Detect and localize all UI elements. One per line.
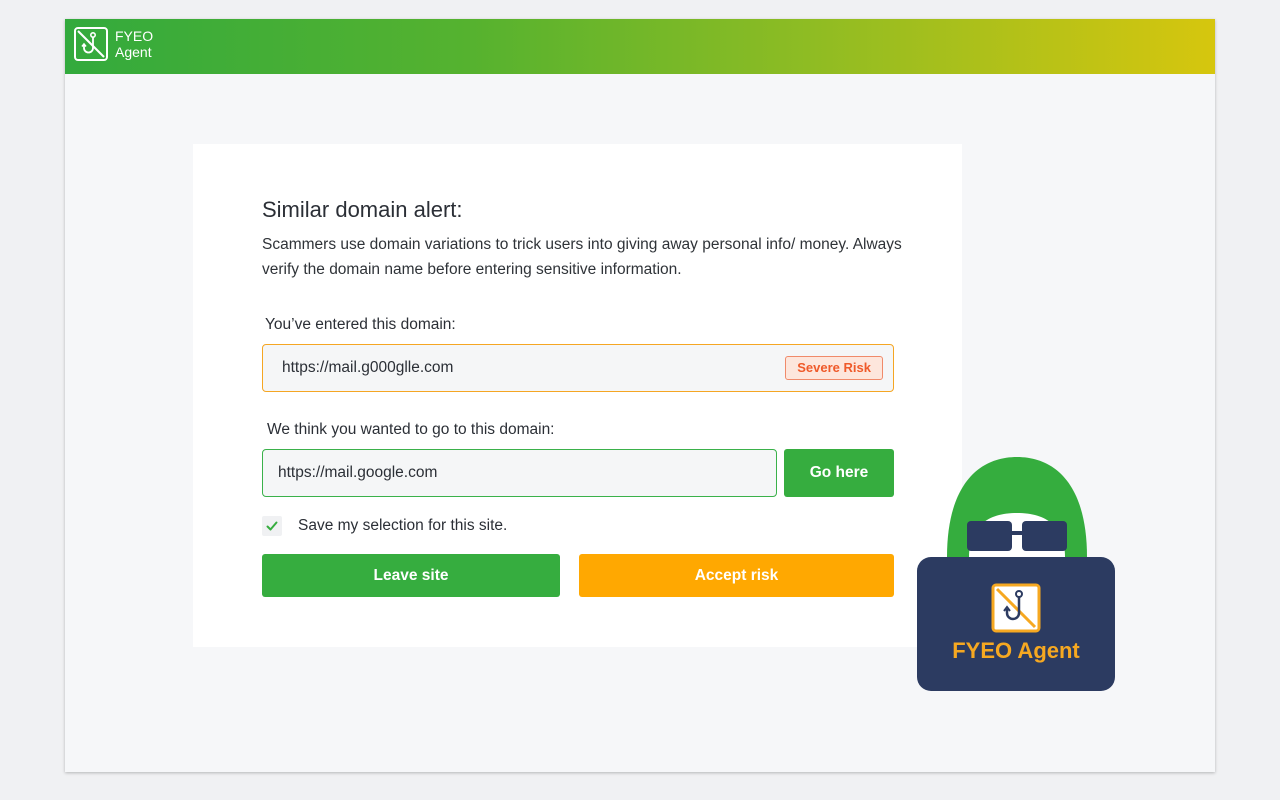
save-selection-row[interactable]: Save my selection for this site. [262, 516, 507, 536]
entered-domain-label: You’ve entered this domain: [265, 316, 456, 333]
alert-card: Similar domain alert: Scammers use domai… [193, 144, 962, 647]
mascot-label: FYEO Agent [952, 638, 1080, 663]
brand-line-2: Agent [115, 44, 152, 60]
suggested-domain-label: We think you wanted to go to this domain… [267, 421, 555, 438]
hooded-agent-icon [947, 457, 1087, 557]
checkmark-icon [266, 521, 278, 531]
header-bar: FYEO Agent [65, 19, 1215, 74]
entered-domain-value: https://mail.g000glle.com [282, 359, 454, 376]
fishing-hook-icon [991, 583, 1041, 633]
brand-logo: FYEO Agent [74, 27, 153, 61]
agent-mascot: FYEO Agent [917, 457, 1117, 692]
alert-description: Scammers use domain variations to trick … [262, 236, 902, 278]
fishing-hook-icon [74, 27, 108, 61]
alert-title: Similar domain alert: [262, 197, 463, 222]
go-here-button[interactable]: Go here [784, 449, 894, 497]
brand-line-1: FYEO [115, 28, 154, 44]
accept-risk-button[interactable]: Accept risk [579, 554, 894, 597]
suggested-domain-value: https://mail.google.com [278, 464, 438, 481]
risk-badge: Severe Risk [785, 356, 883, 380]
save-selection-checkbox[interactable] [262, 516, 282, 536]
save-selection-label: Save my selection for this site. [298, 517, 508, 534]
suggested-domain-field[interactable]: https://mail.google.com [262, 449, 777, 497]
entered-domain-field: https://mail.g000glle.com Severe Risk [262, 344, 894, 392]
mascot-body: FYEO Agent [917, 557, 1115, 691]
browser-window: FYEO Agent Similar domain alert: Scammer… [65, 19, 1215, 772]
brand-name: FYEO Agent [115, 28, 153, 60]
leave-site-button[interactable]: Leave site [262, 554, 560, 597]
